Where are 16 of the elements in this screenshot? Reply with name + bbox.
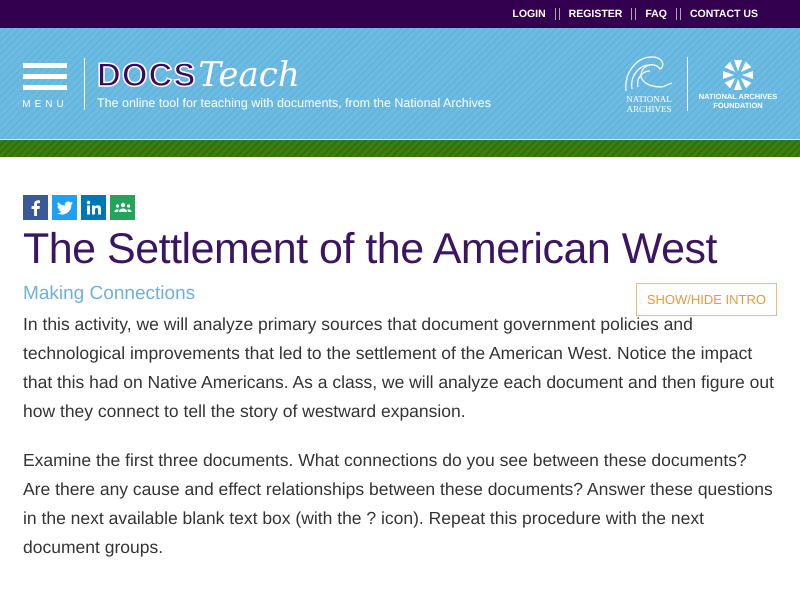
- top-nav-link[interactable]: FAQ: [645, 8, 667, 20]
- menu-icon: [23, 63, 67, 91]
- national-archives-logo-text: NATIONAL ARCHIVES: [625, 94, 673, 114]
- docsteach-logo[interactable]: DOCSTeach: [97, 58, 491, 92]
- page-title: The Settlement of the American West: [23, 226, 718, 274]
- classroom-share-button[interactable]: [110, 195, 135, 220]
- top-nav-link[interactable]: LOGIN: [512, 8, 546, 20]
- facebook-share-button[interactable]: [23, 195, 48, 220]
- twitter-share-button[interactable]: [52, 195, 77, 220]
- linkedin-share-button[interactable]: [81, 195, 106, 220]
- activity-type-label: Making Connections: [23, 283, 196, 306]
- intro-paragraph: Examine the first three documents. What connections do you see between these documents? Are there any cause and effect relationships between these documents? Answer these questions in the next available blank text box (with the ? icon). Repeat this procedure with the next document groups.: [23, 449, 774, 560]
- top-nav-link[interactable]: REGISTER: [568, 8, 622, 20]
- top-nav-link[interactable]: CONTACT US: [690, 8, 758, 20]
- tagline: The online tool for teaching with documents, from the National Archives: [97, 96, 491, 110]
- star-flower-icon: [720, 58, 756, 92]
